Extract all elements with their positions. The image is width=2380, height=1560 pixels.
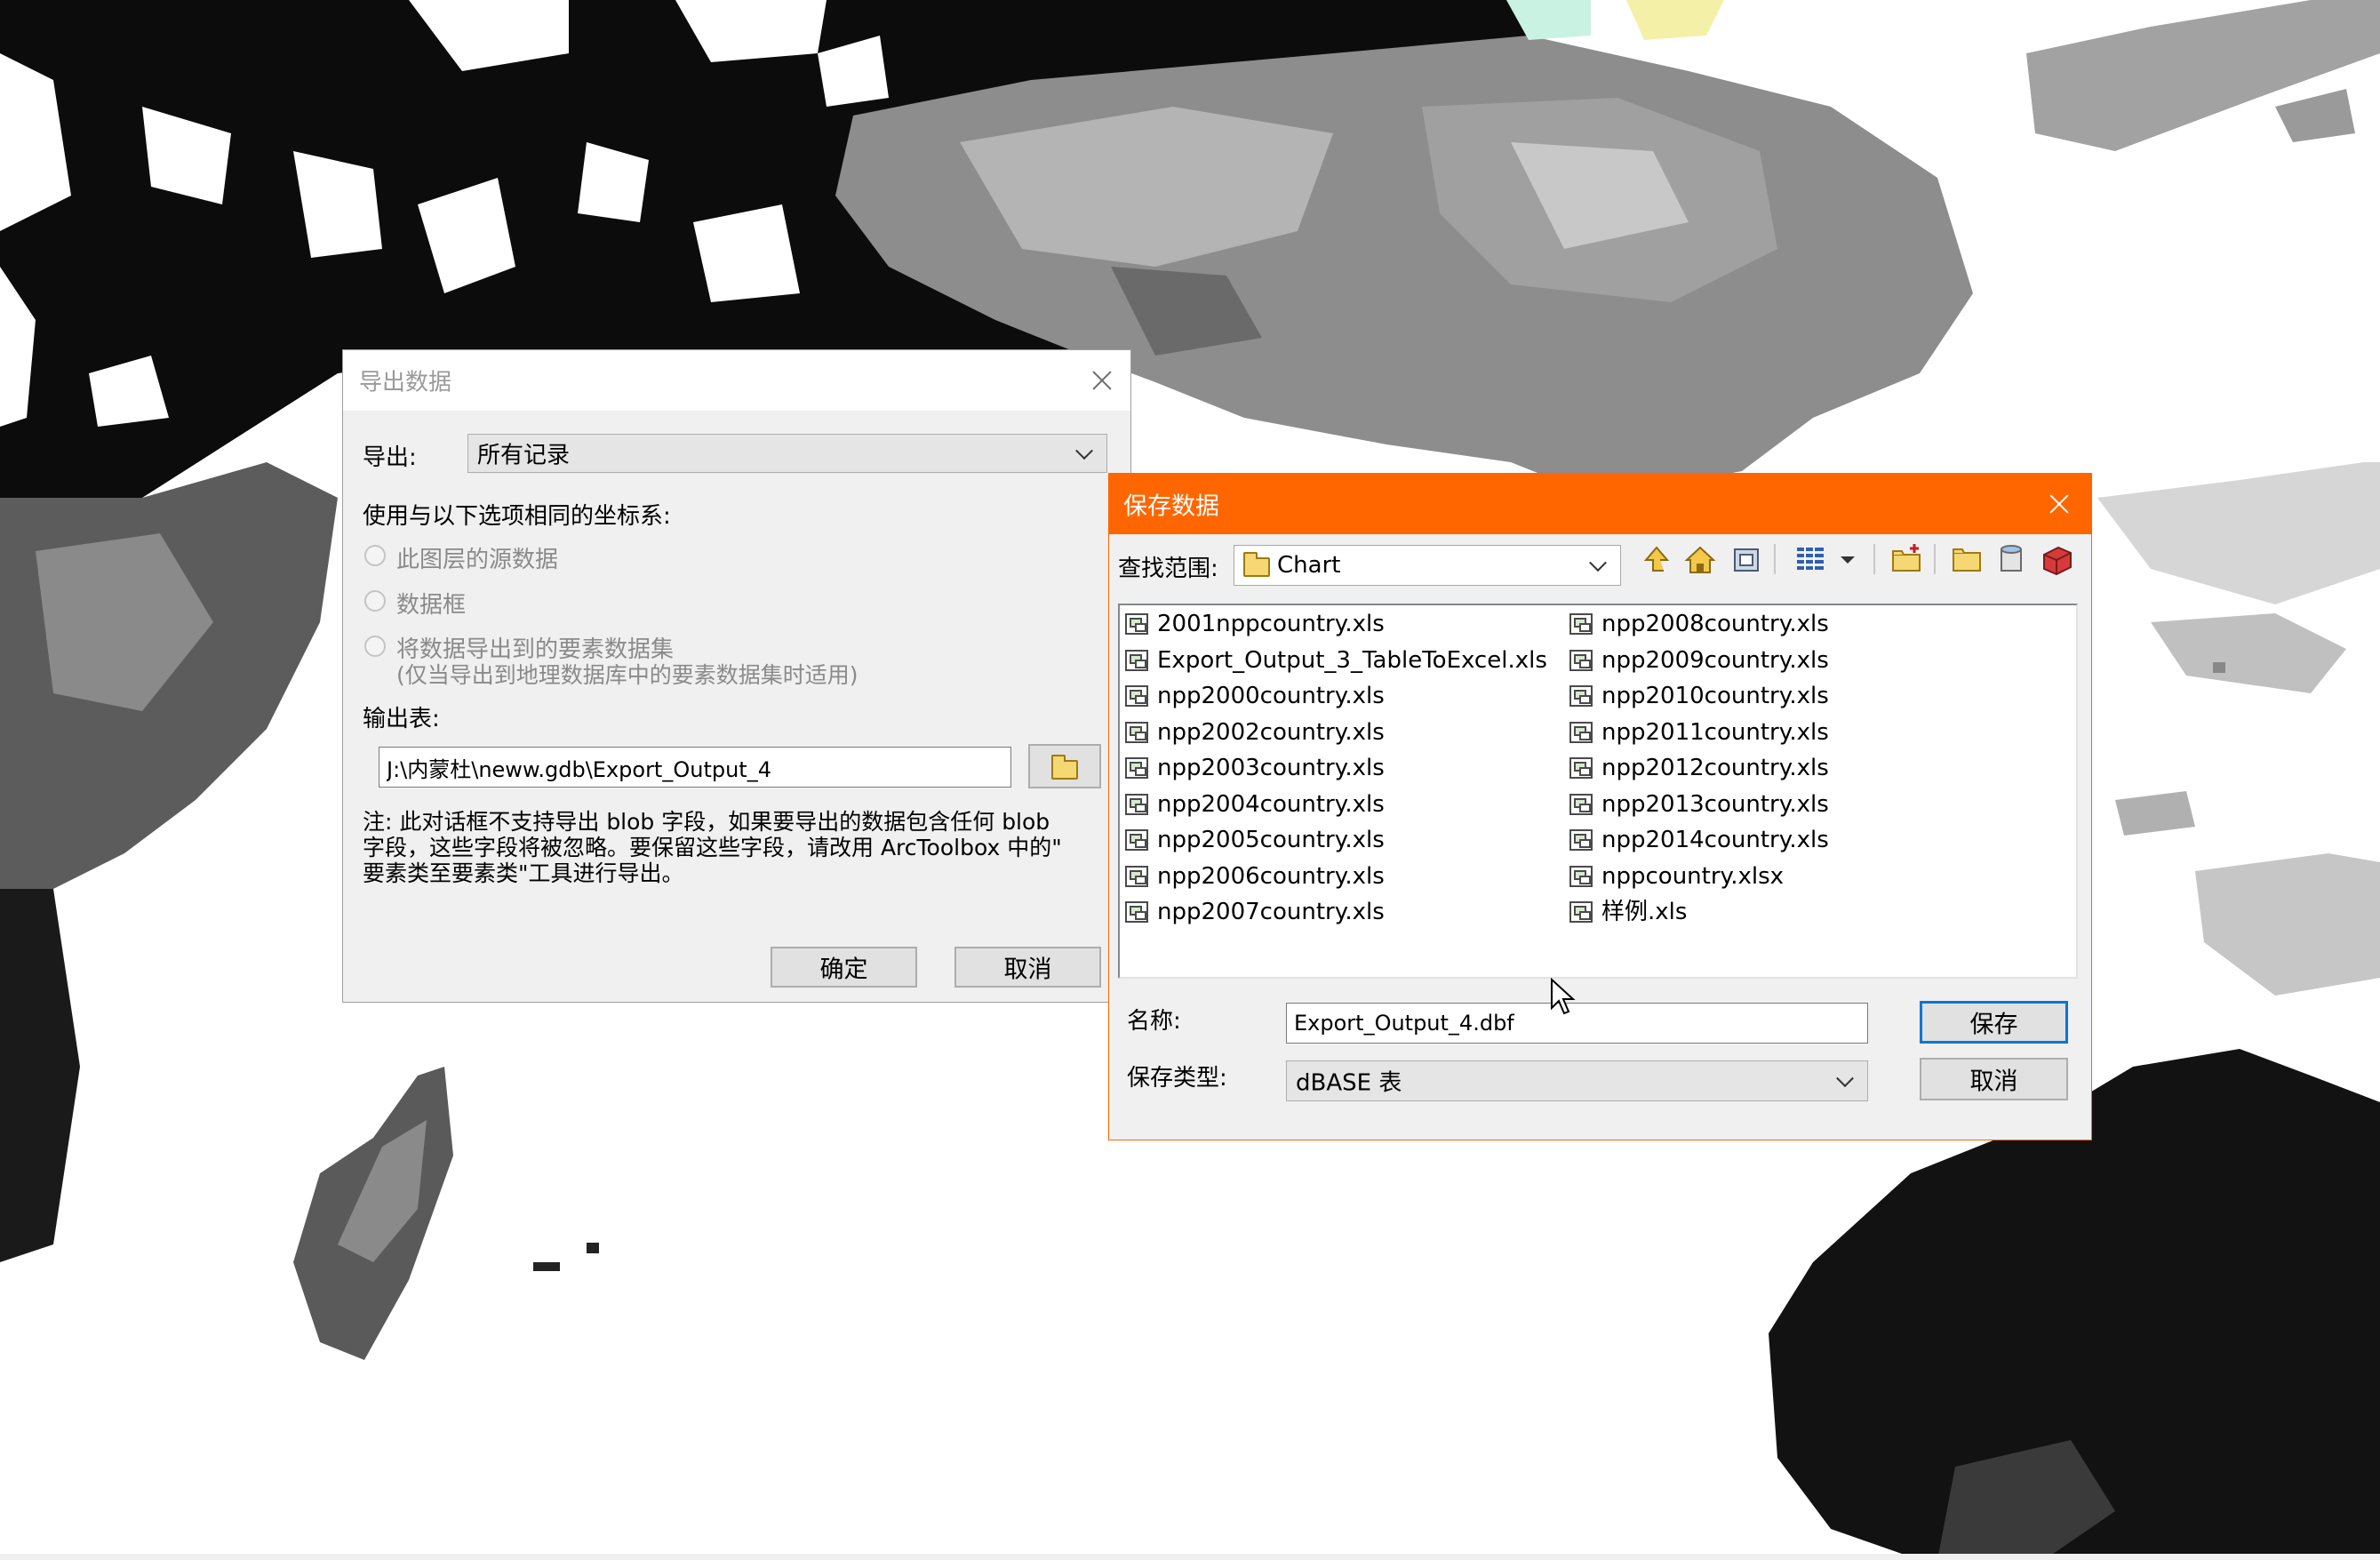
view-menu-arrow-icon[interactable] <box>1836 540 1859 578</box>
export-dialog-title-bar[interactable]: 导出数据 <box>343 350 1130 411</box>
file-name-field[interactable] <box>1287 1004 1867 1043</box>
toolbar-separator <box>1774 544 1776 574</box>
close-icon[interactable] <box>2033 477 2086 531</box>
radio-note: (仅当导出到地理数据库中的要素数据集时适用) <box>396 662 859 688</box>
export-data-dialog: 导出数据 导出: 所有记录 使用与以下选项相同的坐标系: 此图层的源数据 数据框… <box>342 349 1131 1003</box>
table-file-icon <box>1125 650 1148 671</box>
toolbox-icon[interactable] <box>2039 540 2076 578</box>
table-file-icon <box>1569 901 1593 923</box>
open-folder-icon <box>1051 755 1078 780</box>
output-table-field[interactable] <box>379 748 1010 787</box>
look-in-select[interactable]: Chart <box>1234 545 1621 586</box>
radio-label-layer-source: 此图层的源数据 <box>396 547 559 573</box>
save-dialog-title: 保存数据 <box>1123 492 1219 521</box>
save-button[interactable]: 保存 <box>1920 1001 2068 1044</box>
folder-icon[interactable] <box>1948 540 1985 578</box>
table-file-icon <box>1125 866 1148 887</box>
ok-button[interactable]: 确定 <box>771 947 917 988</box>
export-cancel-button[interactable]: 取消 <box>954 947 1101 988</box>
list-view-icon[interactable] <box>1792 540 1829 578</box>
coordinate-system-label: 使用与以下选项相同的坐标系: <box>363 503 671 530</box>
table-file-icon <box>1125 757 1148 779</box>
radio-label-data-frame: 数据框 <box>396 592 467 619</box>
table-file-icon <box>1569 685 1593 707</box>
toolbar-separator <box>1873 544 1875 574</box>
file-name-input[interactable] <box>1286 1003 1868 1044</box>
radio-layer-source[interactable] <box>364 545 386 566</box>
export-scope-select[interactable]: 所有记录 <box>467 434 1107 473</box>
export-dialog-title: 导出数据 <box>359 369 452 396</box>
table-file-icon <box>1125 794 1148 815</box>
blob-warning-note: 注: 此对话框不支持导出 blob 字段，如果要导出的数据包含任何 blob 字… <box>363 809 1062 886</box>
table-file-icon <box>1569 613 1593 635</box>
table-file-icon <box>1125 613 1148 635</box>
up-one-level-icon[interactable] <box>1637 540 1674 578</box>
radio-feature-dataset[interactable] <box>364 636 386 657</box>
save-dialog-title-bar[interactable]: 保存数据 <box>1109 474 2091 534</box>
output-table-label: 输出表: <box>363 706 440 732</box>
browse-output-button[interactable] <box>1028 744 1101 788</box>
radio-data-frame[interactable] <box>364 590 386 612</box>
home-icon[interactable] <box>1681 540 1719 578</box>
save-cancel-button[interactable]: 取消 <box>1920 1058 2068 1100</box>
export-label: 导出: <box>363 444 417 471</box>
file-list[interactable]: 2001nppcountry.xls Export_Output_3_Table… <box>1118 604 2078 979</box>
toolbar-separator <box>1934 544 1936 574</box>
folder-icon <box>1243 552 1270 577</box>
database-icon[interactable] <box>1993 540 2030 578</box>
table-file-icon <box>1569 794 1593 815</box>
file-name-label: 名称: <box>1127 1008 1181 1035</box>
chevron-down-icon <box>1589 554 1607 572</box>
table-file-icon <box>1125 722 1148 743</box>
look-in-label: 查找范围: <box>1118 556 1218 582</box>
save-type-select[interactable]: dBASE 表 <box>1286 1060 1868 1101</box>
connect-folder-icon[interactable] <box>1728 540 1765 578</box>
chevron-down-icon <box>1836 1069 1854 1088</box>
chevron-down-icon <box>1075 442 1093 460</box>
table-file-icon <box>1569 722 1593 743</box>
save-type-label: 保存类型: <box>1127 1065 1227 1092</box>
table-file-icon <box>1569 757 1593 779</box>
table-file-icon <box>1569 650 1593 671</box>
mouse-cursor-icon <box>1551 978 1576 1015</box>
table-file-icon <box>1569 866 1593 887</box>
table-file-icon <box>1125 829 1148 851</box>
table-file-icon <box>1125 901 1148 923</box>
table-file-icon <box>1125 685 1148 707</box>
new-folder-icon[interactable] <box>1888 540 1925 578</box>
table-file-icon <box>1569 829 1593 851</box>
close-icon[interactable] <box>1075 354 1129 407</box>
output-table-input[interactable] <box>379 747 1011 788</box>
